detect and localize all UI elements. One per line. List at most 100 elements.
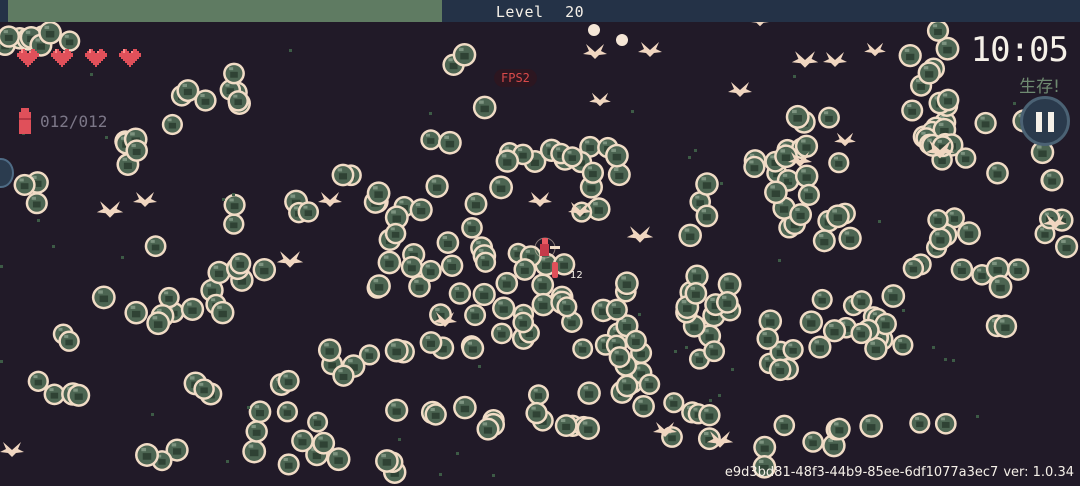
brain-monster-icon — [695, 204, 719, 228]
brain-monster-icon — [850, 290, 873, 312]
brain-monster-icon — [974, 111, 997, 135]
xp-gem — [226, 460, 229, 463]
heart-icon — [119, 49, 141, 67]
brain-monster-icon — [277, 453, 300, 476]
xp-gem — [429, 112, 432, 115]
version-label: ver: 1.0.34 — [1003, 465, 1074, 480]
brain-monster-icon — [909, 412, 931, 434]
xp-gem — [674, 350, 677, 353]
brain-monster-icon — [684, 282, 708, 305]
brain-monster-icon — [661, 426, 683, 448]
projectile — [588, 24, 600, 36]
build-id: e9d3bd81-48f3-44b9-85ee-6df1077a3ec7 — [724, 465, 999, 480]
brain-monster-icon — [210, 300, 235, 325]
bat-icon — [528, 192, 552, 207]
brain-monster-icon — [223, 62, 245, 85]
brain-monster-icon — [1054, 234, 1079, 259]
brain-monster-icon — [917, 61, 941, 85]
xp-gem — [952, 359, 955, 362]
xp-gem — [731, 368, 734, 371]
level-value: 20 — [565, 3, 585, 21]
build-info: e9d3bd81-48f3-44b9-85ee-6df1077a3ec7 ver:… — [725, 465, 1074, 480]
brain-monster-icon — [312, 431, 336, 455]
brain-monster-icon — [307, 411, 329, 433]
brain-monster-icon — [615, 271, 639, 296]
brain-monster-icon — [822, 319, 847, 343]
brain-monster-icon — [144, 235, 167, 258]
pause-icon — [1048, 112, 1054, 132]
xp-gem — [932, 346, 935, 349]
xp-gem — [232, 193, 235, 196]
brain-monster-icon — [605, 298, 628, 321]
xp-gem — [718, 394, 721, 397]
xp-gem — [151, 413, 154, 416]
brain-monster-icon — [881, 284, 906, 308]
xp-gem — [492, 474, 495, 477]
bat-icon — [133, 192, 157, 207]
xp-gem — [222, 198, 225, 201]
brain-monster-icon — [576, 416, 601, 441]
brain-monster-icon — [797, 183, 821, 207]
xp-gem — [638, 313, 641, 316]
brain-monster-icon — [782, 338, 804, 361]
brain-monster-icon — [58, 330, 80, 352]
brain-monster-icon — [424, 403, 447, 426]
brain-monster-icon — [608, 346, 631, 369]
bat-icon — [276, 251, 304, 268]
brain-monster-icon — [495, 271, 519, 295]
brain-monster-icon — [828, 417, 851, 441]
brain-monster-icon — [928, 227, 952, 251]
brain-monster-icon — [193, 378, 215, 400]
brain-monster-icon — [957, 221, 981, 246]
brain-monster-icon — [242, 439, 267, 464]
brain-monster-icon — [926, 19, 950, 42]
brain-monster-icon — [525, 401, 548, 425]
brain-monster-icon — [252, 257, 277, 282]
brain-monster-icon — [409, 198, 433, 222]
brain-monster-icon — [400, 255, 424, 279]
bat-icon — [589, 92, 611, 107]
brain-monster-icon — [38, 20, 62, 45]
brain-monster-icon — [375, 449, 399, 473]
brain-monster-icon — [332, 364, 355, 387]
brain-monster-icon — [756, 327, 779, 350]
brain-monster-icon — [513, 258, 537, 281]
brain-monster-icon — [927, 209, 949, 231]
brain-monster-icon — [161, 113, 183, 136]
bat-icon — [791, 51, 819, 68]
ammo-count: 012/012 — [40, 111, 108, 131]
brain-monster-icon — [615, 374, 639, 398]
game-field[interactable]: 12 — [0, 0, 1080, 486]
brain-monster-icon — [452, 42, 477, 67]
brain-monster-icon — [492, 296, 516, 320]
brain-monster-icon — [276, 401, 299, 423]
brain-monster-icon — [898, 43, 922, 68]
bat-icon — [626, 226, 654, 243]
brain-monster-icon — [936, 88, 960, 112]
xp-gem — [105, 136, 108, 139]
pause-button[interactable] — [1020, 96, 1070, 146]
brain-monster-icon — [768, 358, 792, 382]
game-screen[interactable]: 12 Level 20 012/012 10:05 生存! FPS2 e9d3b… — [0, 0, 1080, 486]
brain-monster-icon — [715, 291, 739, 314]
bat-icon — [318, 192, 342, 207]
brain-monster-icon — [859, 414, 884, 438]
brain-monster-icon — [663, 392, 685, 414]
xp-gem — [902, 309, 905, 312]
heart-icon — [17, 49, 39, 67]
brain-monster-icon — [248, 400, 272, 424]
brain-monster-icon — [495, 149, 520, 173]
brain-monster-icon — [317, 338, 342, 362]
brain-monster-icon — [892, 334, 914, 356]
brain-monster-icon — [13, 173, 36, 196]
brain-monster-icon — [176, 79, 200, 103]
xp-gem — [0, 265, 3, 268]
brain-monster-icon — [638, 373, 661, 396]
brain-monster-icon — [988, 274, 1013, 299]
xp-gem — [37, 219, 40, 222]
brain-monster-icon — [146, 311, 171, 336]
brain-monster-icon — [773, 414, 796, 437]
bat-icon — [96, 201, 124, 218]
xp-gem — [0, 360, 3, 363]
brain-monster-icon — [605, 143, 629, 168]
